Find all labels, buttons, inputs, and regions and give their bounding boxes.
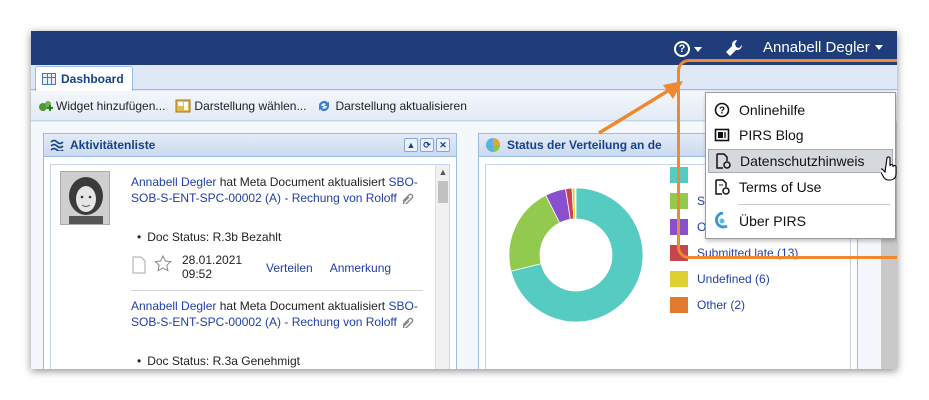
activity-panel-title: Aktivitätenliste [70,138,156,152]
dashboard-grid-icon [42,73,56,85]
note-link[interactable]: Anmerkung [330,261,391,275]
activity-list: Annabell Degler hat Meta Document aktual… [50,164,450,369]
menu-item-terms-of-use[interactable]: Terms of Use [708,175,893,199]
legend-item[interactable] [670,167,697,183]
document-icon[interactable] [132,256,146,274]
activity-time: 09:52 [182,267,213,281]
help-dropdown-menu: ? Onlinehilfe PIRS Blog Datenschutzhinwe… [705,92,896,239]
user-menu-button[interactable]: Annabell Degler [763,39,883,56]
refresh-layout-label: Darstellung aktualisieren [335,98,467,113]
choose-layout-label: Darstellung wählen... [194,98,307,113]
activity-timestamp: 28.01.2021 09:52 [182,253,252,281]
scroll-up-icon[interactable]: ▲ [436,165,449,179]
blog-icon [714,127,730,143]
wrench-icon [726,39,743,56]
close-panel-button[interactable]: ✕ [436,138,450,152]
question-circle-icon: ? [674,41,690,57]
legend-item[interactable]: Other (2) [670,297,745,313]
activity-user-link[interactable]: Annabell Degler [131,175,216,189]
tab-strip: Dashboard [31,65,897,91]
status-donut-chart [508,187,644,323]
legend-swatch [670,245,688,261]
legend-label: Undefined (6) [697,272,770,286]
activity-panel: Aktivitätenliste ▲ ⟳ ✕ Annabell Degler h… [43,133,457,369]
pirs-logo-icon [714,212,730,229]
legend-label: Submitted late (13) [697,246,799,260]
attachment-icon [402,317,414,330]
user-name: Annabell Degler [763,39,870,56]
help-menu-button[interactable]: ? [674,38,708,60]
refresh-panel-button[interactable]: ⟳ [420,138,434,152]
legend-swatch [670,193,688,209]
menu-item-label: Über PIRS [739,213,806,229]
menu-divider [738,204,890,205]
legend-swatch [670,271,688,287]
avatar [60,171,110,225]
menu-item-onlinehilfe[interactable]: ? Onlinehilfe [708,98,893,122]
star-icon[interactable] [154,255,172,273]
add-widget-label: Widget hinzufügen... [56,98,166,113]
activity-action: hat Meta Document aktualisiert [219,299,386,313]
activity-doc-status: Doc Status: R.3a Genehmigt [137,354,300,368]
collapse-panel-button[interactable]: ▲ [404,138,418,152]
activity-meta-row: 28.01.2021 09:52 Verteilen Anmerkung [132,253,391,281]
privacy-document-icon [715,153,731,169]
chevron-down-icon [694,46,702,52]
legend-item[interactable]: Undefined (6) [670,271,770,287]
scroll-thumb[interactable] [438,181,448,203]
legend-item[interactable]: Submitted late (13) [670,245,798,261]
activity-date: 28.01.2021 [182,253,243,267]
settings-button[interactable] [723,37,745,59]
menu-item-label: Terms of Use [739,179,822,195]
top-bar: ? Annabell Degler [31,31,897,65]
activity-user-link[interactable]: Annabell Degler [131,299,216,313]
add-widget-icon [39,100,53,111]
legend-swatch [670,297,688,313]
legend-swatch [670,219,688,235]
menu-item-pirs-blog[interactable]: PIRS Blog [708,123,893,147]
svg-text:?: ? [719,106,725,117]
divider [131,290,423,291]
legend-swatch [670,167,688,183]
share-link[interactable]: Verteilen [266,261,313,275]
menu-item-label: Onlinehilfe [739,102,806,118]
activity-panel-header[interactable]: Aktivitätenliste ▲ ⟳ ✕ [44,134,456,157]
chevron-down-icon [874,45,883,50]
annotation-arrow [598,81,683,135]
attachment-icon [402,193,414,206]
app-window: ? Annabell Degler Dashboard Widget hinzu… [31,31,897,369]
activity-description: Annabell Degler hat Meta Document aktual… [131,298,431,330]
panel-tools: ▲ ⟳ ✕ [404,138,450,152]
activity-doc-status: Doc Status: R.3b Bezahlt [137,230,281,244]
refresh-icon [319,100,330,111]
add-widget-button[interactable]: Widget hinzufügen... [37,98,165,114]
menu-item-label: PIRS Blog [739,127,804,143]
menu-item-datenschutzhinweis[interactable]: Datenschutzhinweis [708,149,893,173]
menu-item-label: Datenschutzhinweis [740,153,865,169]
choose-layout-button[interactable]: Darstellung wählen... [175,98,306,114]
hand-cursor-icon [881,156,897,181]
tab-label: Dashboard [61,72,124,86]
activity-description: Annabell Degler hat Meta Document aktual… [131,174,431,206]
terms-document-icon [714,179,730,195]
pie-chart-icon [486,138,500,152]
activity-action: hat Meta Document aktualisiert [219,175,386,189]
activity-icon [50,139,64,151]
tab-dashboard[interactable]: Dashboard [35,66,133,91]
question-circle-icon: ? [714,102,730,118]
menu-item-ueber-pirs[interactable]: Über PIRS [708,209,893,233]
legend-label: Other (2) [697,298,746,312]
activity-scrollbar[interactable]: ▲ [435,165,449,369]
refresh-layout-button[interactable]: Darstellung aktualisieren [316,98,467,114]
layout-icon [175,99,191,112]
